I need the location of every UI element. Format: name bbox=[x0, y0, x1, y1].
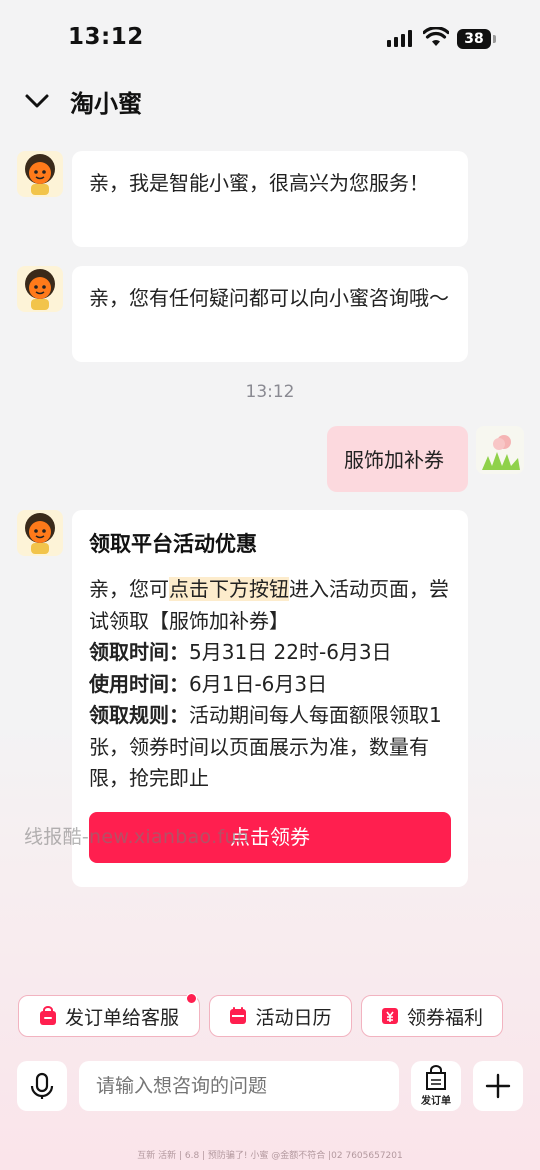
message-text: 亲，我是智能小蜜，很高兴为您服务！ bbox=[89, 171, 429, 195]
use-time: 6月1日-6月3日 bbox=[189, 671, 328, 696]
message-text: 服饰加补券 bbox=[344, 448, 444, 472]
signal-icon bbox=[387, 30, 412, 47]
bot-avatar bbox=[17, 266, 63, 312]
page-title: 淘小蜜 bbox=[70, 90, 142, 118]
message-text: 亲，您有任何疑问都可以向小蜜咨询哦～ bbox=[89, 286, 449, 310]
quick-action-label: 发订单给客服 bbox=[64, 1006, 179, 1029]
watermark: 线报酷-new.xianbao.fun bbox=[24, 826, 250, 848]
more-button[interactable] bbox=[473, 1061, 523, 1111]
status-time: 13:12 bbox=[68, 24, 144, 50]
grass-icon bbox=[482, 435, 520, 470]
notification-dot bbox=[186, 993, 197, 1004]
claim-time: 5月31日 22时-6月3日 bbox=[189, 640, 392, 664]
input-bar: 发订单 bbox=[0, 1061, 540, 1111]
bag-icon bbox=[39, 1006, 56, 1025]
coupon-icon bbox=[381, 1008, 398, 1024]
mascot-icon bbox=[25, 154, 55, 195]
mic-icon bbox=[30, 1072, 54, 1099]
status-bar: 13:12 38 bbox=[0, 0, 540, 78]
bot-message: 亲，您有任何疑问都可以向小蜜咨询哦～ bbox=[72, 266, 468, 362]
plus-icon bbox=[485, 1073, 511, 1099]
footnote: 互新 活新 | 6.8 | 预防骗了! 小蜜 @金额不符合 |02 760565… bbox=[137, 1151, 403, 1161]
card-intro: 亲，您可 bbox=[89, 577, 169, 601]
chat-timestamp: 13:12 bbox=[245, 382, 295, 402]
user-avatar bbox=[476, 426, 524, 474]
voice-button[interactable] bbox=[17, 1061, 67, 1111]
mascot-icon bbox=[25, 513, 55, 554]
quick-action-label: 领券福利 bbox=[406, 1006, 483, 1029]
calendar-icon bbox=[230, 1007, 247, 1024]
card-body: 亲，您可点击下方按钮进入活动页面，尝试领取【服饰加补券】 领取时间：5月31日 … bbox=[89, 574, 451, 795]
bot-message: 亲，我是智能小蜜，很高兴为您服务！ bbox=[72, 151, 468, 247]
chat-header: 淘小蜜 bbox=[0, 78, 540, 124]
bot-avatar bbox=[17, 151, 63, 197]
send-order-to-service-button[interactable]: 发订单给客服 bbox=[18, 993, 200, 1037]
send-order-button[interactable]: 发订单 bbox=[411, 1061, 461, 1111]
card-intro-highlight: 点击下方按钮 bbox=[169, 577, 289, 601]
quick-action-label: 活动日历 bbox=[255, 1006, 332, 1029]
rule-label: 领取规则： bbox=[89, 703, 189, 727]
bot-avatar bbox=[17, 510, 63, 556]
battery-icon: 38 bbox=[457, 29, 496, 49]
claim-time-label: 领取时间： bbox=[89, 640, 189, 664]
wifi-icon bbox=[423, 27, 449, 46]
chevron-down-icon[interactable] bbox=[22, 86, 52, 116]
coupon-benefits-button[interactable]: 领券福利 bbox=[361, 995, 503, 1037]
question-input[interactable] bbox=[79, 1061, 399, 1111]
activity-calendar-button[interactable]: 活动日历 bbox=[209, 995, 352, 1037]
mascot-icon bbox=[25, 269, 55, 310]
order-button-label: 发订单 bbox=[421, 1096, 451, 1107]
use-time-label: 使用时间： bbox=[89, 671, 189, 696]
order-icon bbox=[426, 1065, 446, 1090]
card-title: 领取平台活动优惠 bbox=[89, 532, 257, 556]
user-message: 服饰加补券 bbox=[327, 426, 468, 492]
